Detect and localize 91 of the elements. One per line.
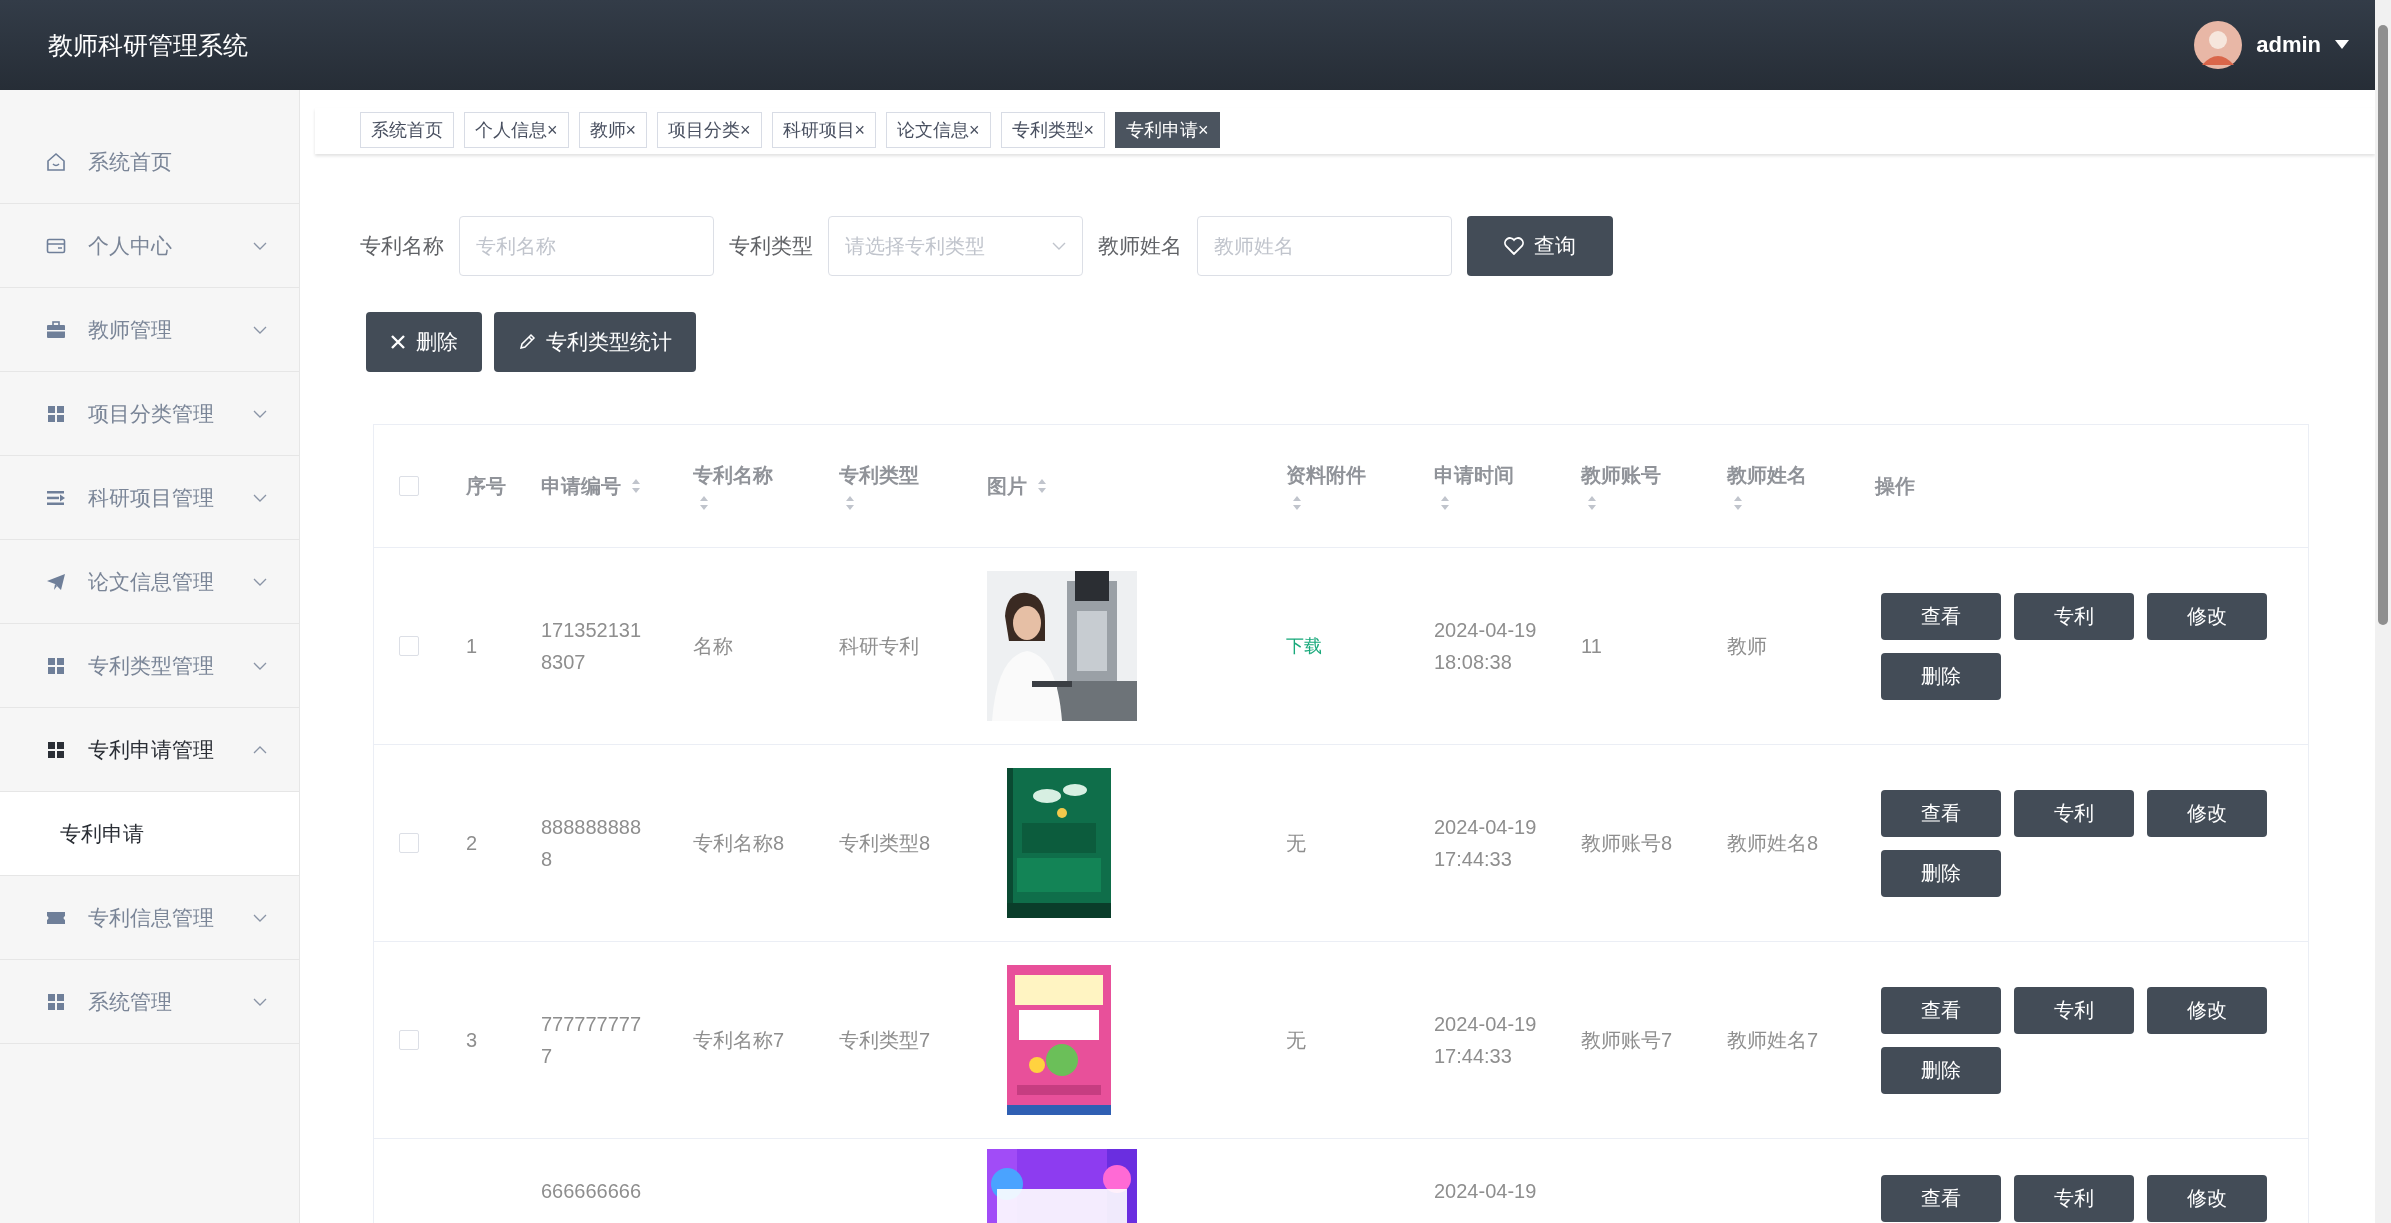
grid-icon	[46, 655, 66, 676]
table-cell-text: 教师账号7	[1581, 1028, 1673, 1053]
input-field[interactable]: 专利名称	[459, 216, 714, 276]
field-label: 专利类型	[729, 233, 813, 259]
tab[interactable]: 科研项目×	[771, 112, 877, 148]
tab[interactable]: 专利申请×	[1115, 112, 1220, 148]
sidebar-item[interactable]: 系统管理	[0, 960, 299, 1044]
grid-icon	[46, 739, 66, 760]
table-cell-text: 2	[466, 831, 478, 856]
caret-icon[interactable]	[2335, 40, 2349, 50]
sort-icon[interactable]	[1440, 494, 1450, 511]
table-cell-text: 科研专利	[839, 634, 919, 659]
action-button[interactable]: 修改	[2147, 592, 2267, 640]
table-cell-text: 无	[1286, 1028, 1306, 1053]
action-button[interactable]: 删除	[1881, 1046, 2001, 1094]
sort-icon[interactable]	[1587, 494, 1597, 511]
row-checkbox[interactable]	[399, 833, 419, 853]
table-cell-text: 名称	[693, 634, 733, 659]
tab[interactable]: 专利类型×	[1000, 112, 1106, 148]
table-cell-text: 8888888888	[541, 815, 643, 872]
row-checkbox[interactable]	[399, 636, 419, 656]
table-cell-text: 教师	[1727, 634, 1767, 659]
table-cell-text: 11	[1581, 634, 1602, 659]
sidebar-item[interactable]: 系统首页	[0, 120, 299, 204]
sort-icon[interactable]	[1292, 494, 1302, 511]
action-button[interactable]: 专利	[2014, 789, 2134, 837]
briefcase-icon	[46, 319, 66, 340]
sort-icon[interactable]	[699, 494, 709, 511]
paper-plane-icon	[46, 571, 66, 592]
action-button[interactable]: 修改	[2147, 789, 2267, 837]
action-button[interactable]: 删除	[1881, 652, 2001, 700]
sort-icon[interactable]	[1037, 478, 1047, 494]
chevron-down-icon	[1052, 242, 1066, 250]
action-button[interactable]: 专利	[2014, 986, 2134, 1034]
table-cell-text: 3	[466, 1028, 478, 1053]
column-header: 操作	[1875, 473, 1915, 499]
table-cell-text: 专利名称7	[693, 1028, 785, 1053]
field-label: 教师姓名	[1098, 233, 1182, 259]
action-button[interactable]: 删除	[1881, 849, 2001, 897]
table-cell-text: 2024-04-19 17:44:33	[1434, 1012, 1538, 1069]
search-button[interactable]: 查询	[1467, 216, 1613, 276]
table-cell-text: 专利类型8	[839, 831, 931, 856]
field-label: 专利名称	[360, 233, 444, 259]
table-cell-text: 666666666	[541, 1179, 642, 1204]
table-cell-text: 专利名称8	[693, 831, 785, 856]
table-cell-text: 专利类型7	[839, 1028, 931, 1053]
table-cell-text: 1713521318307	[541, 618, 643, 675]
scrollbar[interactable]	[2375, 0, 2391, 1223]
avatar-icon[interactable]	[2194, 21, 2243, 69]
sort-icon[interactable]	[1733, 494, 1743, 511]
grid-icon	[46, 991, 66, 1012]
column-header: 序号	[466, 473, 506, 499]
user-name[interactable]: admin	[2256, 32, 2321, 58]
action-button[interactable]: 专利	[2014, 1175, 2134, 1222]
action-button[interactable]: 修改	[2147, 986, 2267, 1034]
tab[interactable]: 教师×	[578, 112, 648, 148]
table-cell-text: 2024-04-19 18:08:38	[1434, 618, 1538, 675]
app-title: 教师科研管理系统	[48, 29, 248, 61]
home-icon	[46, 151, 66, 172]
action-button[interactable]: 查看	[1881, 789, 2001, 837]
sidebar-subitem[interactable]: 专利申请	[0, 792, 299, 876]
table-cell-text: 2024-04-19 17:44:33	[1434, 815, 1538, 872]
table-cell-text: 教师姓名7	[1727, 1028, 1819, 1053]
sort-icon[interactable]	[845, 494, 855, 511]
table-cell-text: 教师姓名8	[1727, 831, 1819, 856]
table-cell-text: 教师账号8	[1581, 831, 1673, 856]
sidebar-item[interactable]: 项目分类管理	[0, 372, 299, 456]
table-cell-text: 无	[1286, 831, 1306, 856]
action-button[interactable]: 查看	[1881, 1175, 2001, 1222]
tab[interactable]: 个人信息×	[464, 112, 569, 148]
input-field[interactable]: 教师姓名	[1197, 216, 1452, 276]
sidebar-item[interactable]: 个人中心	[0, 204, 299, 288]
tab[interactable]: 系统首页	[360, 112, 454, 148]
action-button[interactable]: 查看	[1881, 592, 2001, 640]
heart-icon	[1504, 237, 1524, 255]
pencil-icon	[518, 333, 536, 351]
select-all-checkbox[interactable]	[399, 476, 419, 496]
delete-button[interactable]: 删除	[366, 312, 482, 372]
tab[interactable]: 论文信息×	[886, 112, 991, 148]
tab[interactable]: 项目分类×	[657, 112, 762, 148]
table-cell-text: 1	[466, 634, 478, 659]
action-button[interactable]: 修改	[2147, 1175, 2267, 1222]
statistics-button[interactable]: 专利类型统计	[494, 312, 696, 372]
close-icon	[390, 334, 406, 350]
row-checkbox[interactable]	[399, 1030, 419, 1050]
action-button[interactable]: 专利	[2014, 592, 2134, 640]
sort-icon[interactable]	[631, 478, 641, 494]
table-cell-text: 7777777777	[541, 1012, 643, 1069]
grid-icon	[46, 403, 66, 424]
table-cell-text: 2024-04-19	[1434, 1179, 1537, 1204]
action-button[interactable]: 查看	[1881, 986, 2001, 1034]
